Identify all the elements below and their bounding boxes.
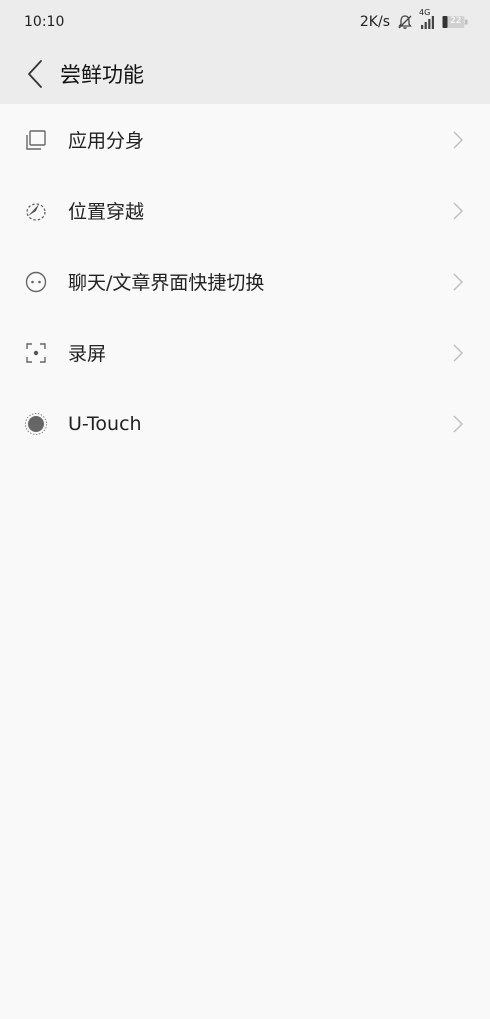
list-item-app-clone[interactable]: 应用分身	[0, 104, 490, 175]
chevron-right-icon	[450, 270, 466, 294]
network-speed: 2K/s	[359, 14, 390, 30]
chevron-right-icon	[450, 199, 466, 223]
battery-level: 22	[450, 16, 462, 26]
chat-switch-icon	[24, 270, 48, 294]
chevron-right-icon	[450, 412, 466, 436]
item-label: 应用分身	[68, 130, 145, 152]
signal-icon: 4G	[419, 8, 436, 30]
screen-record-icon	[24, 341, 48, 365]
chevron-right-icon	[450, 341, 466, 365]
list-item-u-touch[interactable]: U-Touch	[0, 388, 490, 459]
item-label: 位置穿越	[68, 201, 145, 223]
back-button[interactable]	[20, 54, 50, 94]
battery-icon: 22	[442, 15, 468, 29]
page-title: 尝鲜功能	[60, 63, 144, 87]
item-label: 录屏	[68, 343, 107, 365]
item-label: 聊天/文章界面快捷切换	[68, 272, 265, 294]
item-label: U-Touch	[68, 412, 142, 435]
list-item-location-travel[interactable]: 位置穿越	[0, 175, 490, 246]
feature-list: 应用分身 位置穿越 聊天/文章界面快捷切换 录屏 U-Touch	[0, 104, 490, 459]
location-travel-icon	[24, 199, 48, 223]
status-bar: 10:10 2K/s 4G 22	[0, 0, 490, 44]
chevron-right-icon	[450, 128, 466, 152]
list-item-chat-switch[interactable]: 聊天/文章界面快捷切换	[0, 246, 490, 317]
list-item-screen-record[interactable]: 录屏	[0, 317, 490, 388]
app-header: 尝鲜功能	[0, 44, 490, 104]
status-time: 10:10	[24, 14, 65, 30]
app-clone-icon	[24, 128, 48, 152]
status-icons: 2K/s 4G 22	[359, 8, 468, 31]
u-touch-icon	[24, 412, 48, 436]
back-chevron-icon	[28, 60, 42, 88]
mute-bell-icon	[396, 13, 414, 31]
network-type: 4G	[419, 8, 431, 17]
